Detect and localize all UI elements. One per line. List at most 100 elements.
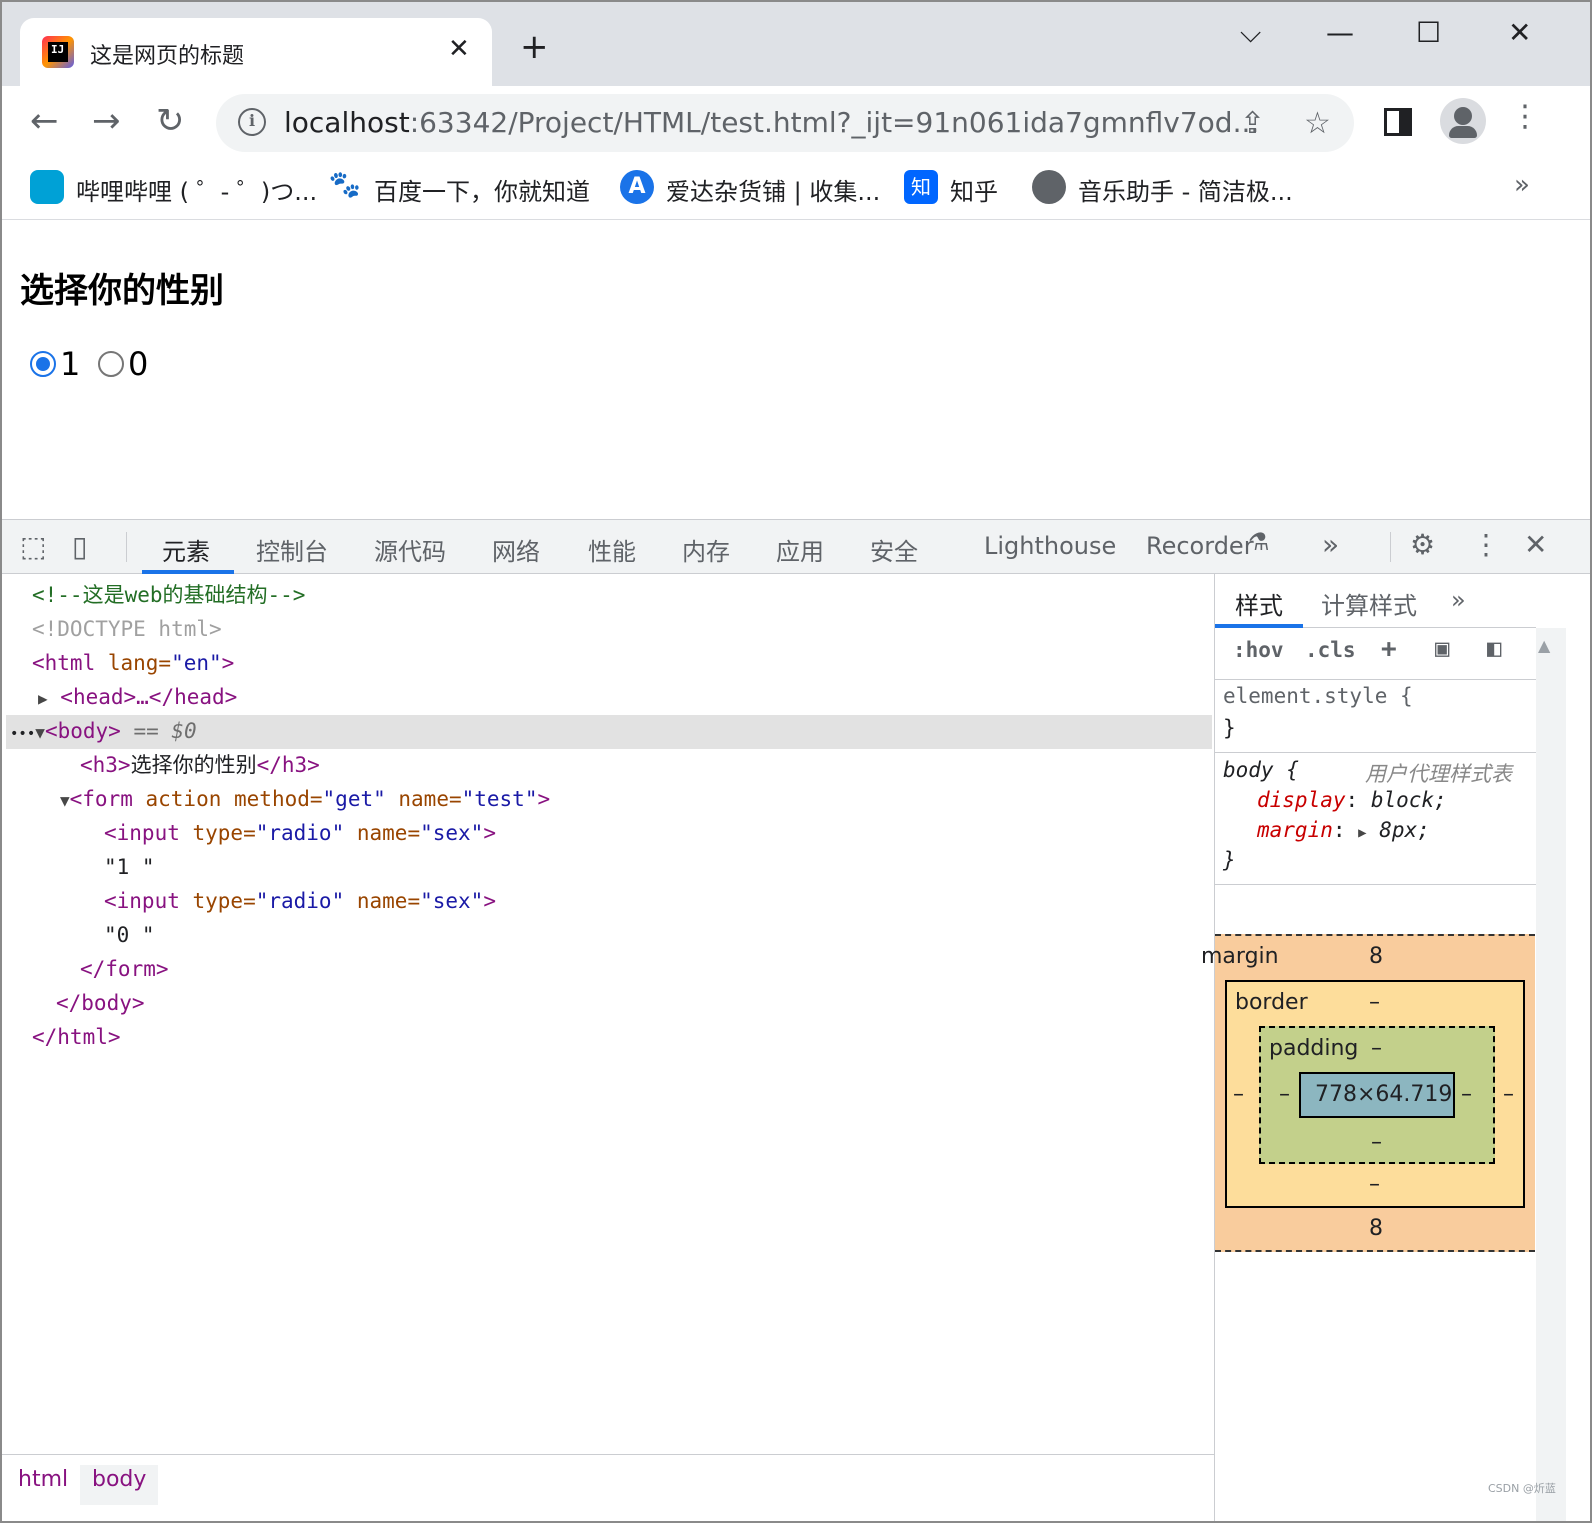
elements-breadcrumbs: html body [2,1454,1214,1505]
breadcrumb-html[interactable]: html [6,1465,80,1505]
node-text-1[interactable]: "1 " [104,850,155,884]
node-text-0[interactable]: "0 " [104,918,155,952]
customize-menu-icon[interactable]: ⋮ [1472,528,1500,561]
tab-elements[interactable]: 元素 [162,532,210,567]
tab-memory[interactable]: 内存 [682,532,730,567]
tab-computed[interactable]: 计算样式 [1321,586,1417,621]
box-margin-label: margin [1201,944,1279,969]
box-border-left[interactable]: – [1233,1082,1244,1107]
tab-close-icon[interactable]: ✕ [448,34,470,64]
box-padding-top[interactable]: – [1371,1036,1382,1061]
device-toolbar-icon[interactable]: ▯ [72,530,87,563]
node-html-close[interactable]: </html> [32,1020,121,1054]
forward-arrow-icon[interactable]: → [92,104,121,138]
box-border-bottom[interactable]: – [1369,1172,1380,1197]
tab-strip: IJ 这是网页的标题 ✕ + ⌵ — ☐ ✕ [2,2,1590,88]
inspect-element-icon[interactable]: ⬚ [20,530,46,563]
margin-declaration[interactable]: margin: ▶ 8px; [1257,818,1430,842]
bookmarks-overflow-icon[interactable]: » [1514,170,1530,200]
tab-title: 这是网页的标题 [90,44,245,69]
tab-search-chevron-icon[interactable]: ⌵ [1240,16,1261,50]
new-rule-plus-icon[interactable]: + [1381,634,1397,664]
node-input-1[interactable]: <input type="radio" name="sex"> [104,816,496,850]
site-info-icon[interactable]: i [238,108,266,136]
breadcrumb-body[interactable]: body [80,1465,159,1505]
node-head[interactable]: ▶ <head>…</head> [38,680,237,714]
devtools-panel: ⬚ ▯ 元素 控制台 源代码 网络 性能 内存 应用 安全 Lighthouse… [2,519,1590,1521]
browser-tab[interactable]: IJ 这是网页的标题 ✕ [20,18,492,88]
hov-toggle[interactable]: :hov [1233,638,1284,662]
user-agent-stylesheet-label[interactable]: 用户代理样式表 [1365,758,1512,788]
paint-roller-icon[interactable]: ▣ [1435,634,1449,662]
styles-tabbar: 样式 计算样式 » [1215,574,1536,628]
tab-lighthouse[interactable]: Lighthouse [984,532,1116,560]
cls-toggle[interactable]: .cls [1305,638,1356,662]
node-comment[interactable]: <!--这是web的基础结构--> [32,578,305,612]
tab-performance[interactable]: 性能 [588,532,636,567]
styles-toolbar: :hov .cls + ▣ ◧ [1215,628,1536,680]
node-form[interactable]: ▼<form action method="get" name="test"> [60,782,550,816]
expand-triangle-icon: ▶ [38,689,48,708]
radio-0[interactable] [98,351,124,377]
node-form-close[interactable]: </form> [80,952,169,986]
node-html[interactable]: <html lang="en"> [32,646,234,680]
box-padding-bottom[interactable]: – [1371,1130,1382,1155]
browser-toolbar: ← → ↻ i localhost:63342/Project/HTML/tes… [2,86,1590,160]
styles-scrollbar[interactable] [1536,628,1566,1521]
tab-security[interactable]: 安全 [870,532,918,567]
url-text[interactable]: localhost:63342/Project/HTML/test.html?_… [284,106,1259,139]
baidu-icon: 🐾 [328,170,362,200]
node-h3[interactable]: <h3>选择你的性别</h3> [80,748,320,782]
devtools-tabbar: ⬚ ▯ 元素 控制台 源代码 网络 性能 内存 应用 安全 Lighthouse… [2,520,1590,574]
box-model-margin[interactable]: margin 8 8 border – – – – padding – – – … [1201,934,1535,1252]
radio-1[interactable] [30,351,56,377]
devtools-close-icon[interactable]: ✕ [1524,528,1547,561]
node-doctype[interactable]: <!DOCTYPE html> [32,612,222,646]
box-border-label: border [1235,990,1308,1015]
window-close-icon[interactable]: ✕ [1508,16,1531,49]
tab-recorder[interactable]: Recorder [1146,532,1254,560]
box-padding-left[interactable]: – [1279,1082,1290,1107]
new-tab-icon[interactable]: + [520,30,549,64]
node-input-0[interactable]: <input type="radio" name="sex"> [104,884,496,918]
box-border-right[interactable]: – [1503,1082,1514,1107]
side-panel-icon[interactable] [1384,108,1412,136]
body-ua-rule[interactable]: body { [1223,758,1299,782]
bookmark-star-icon[interactable]: ☆ [1304,106,1331,141]
tab-network[interactable]: 网络 [492,532,540,567]
globe-icon [1032,170,1066,204]
more-menu-icon[interactable]: ⋮ [1510,102,1540,132]
box-padding-right[interactable]: – [1461,1082,1472,1107]
box-margin-bottom[interactable]: 8 [1369,1216,1383,1241]
aida-icon: A [620,170,654,204]
box-margin-top[interactable]: 8 [1369,944,1383,969]
minimize-icon[interactable]: — [1326,16,1354,49]
box-model-border[interactable]: border – – – – padding – – – – 778×64.71… [1225,980,1525,1208]
radio-1-label: 1 [60,345,81,383]
tab-console[interactable]: 控制台 [256,532,328,567]
more-tabs-icon[interactable]: » [1322,528,1339,561]
address-bar[interactable]: i localhost:63342/Project/HTML/test.html… [216,94,1354,152]
scroll-up-arrow-icon[interactable]: ▲ [1538,636,1550,655]
element-style-rule[interactable]: element.style { [1223,684,1413,708]
box-border-top[interactable]: – [1369,990,1380,1015]
zhihu-icon: 知 [904,170,938,204]
tab-application[interactable]: 应用 [776,532,824,567]
box-content-size[interactable]: 778×64.719 [1315,1082,1452,1107]
back-arrow-icon[interactable]: ← [30,104,59,138]
styles-more-icon[interactable]: » [1451,586,1466,614]
node-body[interactable]: •••▼<body> == $0 [10,714,197,748]
display-declaration[interactable]: display: block; [1257,788,1447,812]
settings-gear-icon[interactable]: ⚙ [1410,528,1435,561]
tab-sources[interactable]: 源代码 [374,532,446,567]
bookmarks-bar: 哔哩哔哩 ( ゜- ゜)つ... 🐾 百度一下，你就知道 A 爱达杂货铺 | 收… [2,160,1590,220]
share-icon[interactable]: ⇪ [1240,106,1265,141]
reload-icon[interactable]: ↻ [156,104,185,138]
profile-avatar-icon[interactable] [1440,98,1486,144]
box-model-content[interactable]: 778×64.719 [1299,1072,1455,1118]
maximize-icon[interactable]: ☐ [1416,16,1441,49]
toggle-sidebar-icon[interactable]: ◧ [1487,634,1501,662]
box-model-padding[interactable]: padding – – – – 778×64.719 [1259,1026,1495,1164]
tab-styles[interactable]: 样式 [1235,586,1283,621]
node-body-close[interactable]: </body> [56,986,145,1020]
